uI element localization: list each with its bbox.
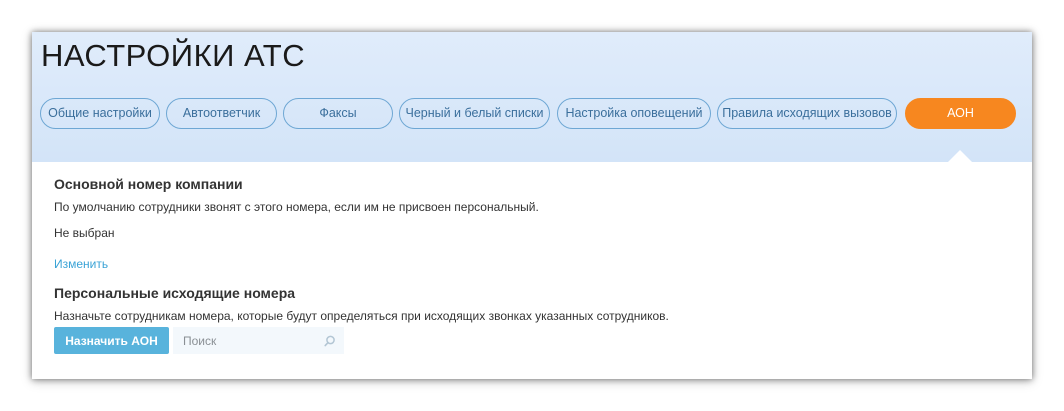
change-main-number-link[interactable]: Изменить <box>54 257 108 271</box>
tab-notification-settings[interactable]: Настройка оповещений <box>557 98 711 129</box>
assign-caller-id-button[interactable]: Назначить АОН <box>54 327 169 354</box>
search-box <box>173 327 344 354</box>
tab-outgoing-call-rules[interactable]: Правила исходящих вызовов <box>717 98 897 129</box>
main-number-title: Основной номер компании <box>54 176 243 192</box>
caller-id-panel: Основной номер компании По умолчанию сот… <box>32 162 1032 379</box>
tab-faxes[interactable]: Факсы <box>283 98 393 129</box>
tab-caller-id[interactable]: АОН <box>905 98 1016 129</box>
main-number-description: По умолчанию сотрудники звонят с этого н… <box>54 200 539 214</box>
personal-numbers-description: Назначьте сотрудникам номера, которые бу… <box>54 309 669 323</box>
settings-tabs: Общие настройки Автоответчик Факсы Черны… <box>32 32 1032 162</box>
active-tab-pointer <box>948 150 972 162</box>
personal-numbers-title: Персональные исходящие номера <box>54 285 296 301</box>
main-number-value: Не выбран <box>54 226 115 240</box>
search-input[interactable] <box>173 327 321 354</box>
tab-black-white-lists[interactable]: Черный и белый списки <box>399 98 550 129</box>
pbx-settings-window: НАСТРОЙКИ АТС Общие настройки Автоответч… <box>32 32 1032 379</box>
tab-autoresponder[interactable]: Автоответчик <box>166 98 277 129</box>
settings-header: НАСТРОЙКИ АТС Общие настройки Автоответч… <box>32 32 1032 162</box>
tab-general-settings[interactable]: Общие настройки <box>40 98 160 129</box>
search-icon[interactable] <box>324 334 336 347</box>
